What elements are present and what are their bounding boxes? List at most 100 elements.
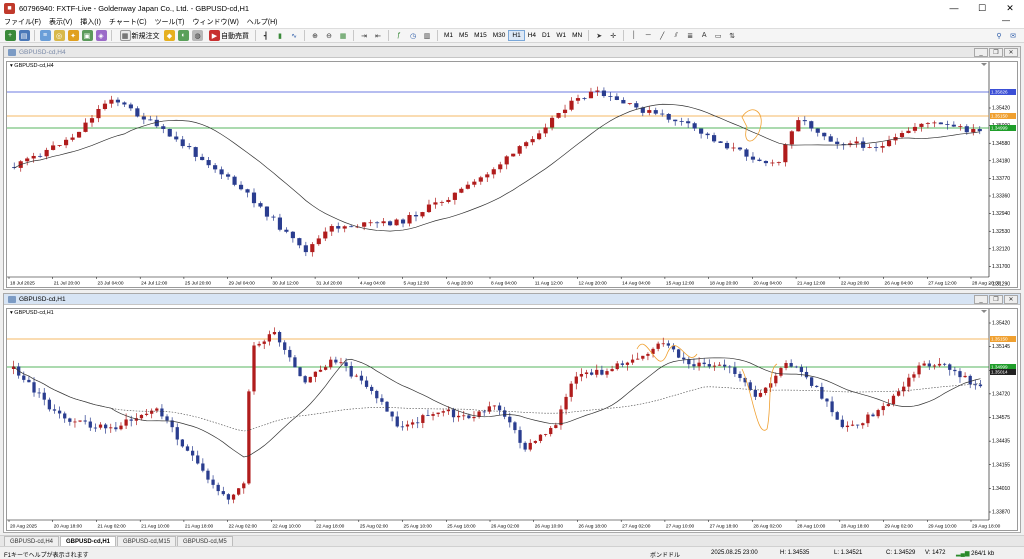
menu-minimize-icon[interactable]: — (1002, 16, 1010, 25)
menu-view[interactable]: 表示(V) (45, 17, 76, 27)
timeframe-m1[interactable]: M1 (441, 30, 456, 41)
tab-gbpusd-h1[interactable]: GBPUSD-cd,H1 (60, 536, 117, 546)
zoom-out-icon[interactable]: ⊖ (324, 30, 335, 41)
arrows-tool-icon[interactable]: ⇅ (727, 30, 738, 41)
signals-icon[interactable]: ◍ (192, 30, 203, 41)
timeframe-w1[interactable]: W1 (553, 30, 569, 41)
crosshair-icon[interactable]: ✛ (608, 30, 619, 41)
candle-body (70, 137, 75, 140)
menu-window[interactable]: ウィンドウ(W) (189, 17, 243, 27)
candle-body (794, 366, 798, 368)
menu-tools[interactable]: ツール(T) (151, 17, 189, 27)
menu-insert[interactable]: 挿入(I) (76, 17, 105, 27)
tab-gbpusd-m5[interactable]: GBPUSD-cd,M5 (177, 536, 233, 546)
horizontal-line-icon[interactable]: ─ (643, 30, 654, 41)
metaeditor-icon[interactable]: ◆ (164, 30, 175, 41)
candle-body (180, 139, 185, 147)
line-chart-icon[interactable]: ∿ (289, 30, 300, 41)
auto-trading-button[interactable]: ▶ 自動売買 (208, 30, 249, 41)
candlestick-chart-h1[interactable]: 1.354201.351451.348651.347201.345751.344… (7, 309, 1017, 530)
chart-window-titlebar[interactable]: GBPUSD-cd,H4 _ ❐ ✕ (4, 47, 1020, 58)
indicators-icon[interactable]: ƒ (394, 30, 405, 41)
new-order-button[interactable]: ▦ 新規注文 (118, 30, 160, 41)
chart-close-button[interactable]: ✕ (1004, 48, 1018, 57)
navigator-icon[interactable]: ✦ (67, 30, 79, 41)
tab-gbpusd-h4[interactable]: GBPUSD-cd,H4 (4, 536, 60, 546)
trendline-icon[interactable]: ╱ (657, 30, 668, 41)
data-window-icon[interactable]: ◎ (53, 30, 65, 41)
autoscroll-icon[interactable]: ⇥ (359, 30, 370, 41)
candle-body (290, 231, 295, 239)
candle-body (615, 363, 619, 370)
periods-icon[interactable]: ◷ (408, 30, 419, 41)
candle-body (472, 181, 477, 185)
cursor-icon[interactable]: ➤ (594, 30, 605, 41)
candle-body (390, 411, 394, 417)
search-icon[interactable]: ⚲ (994, 30, 1005, 41)
timeframe-m30[interactable]: M30 (490, 30, 509, 41)
profiles-icon[interactable]: ▤ (18, 30, 30, 41)
bar-chart-icon[interactable]: ┫ (261, 30, 272, 41)
candle-body (375, 222, 380, 224)
close-button[interactable]: ✕ (996, 0, 1024, 16)
status-profile[interactable]: ボンドドル (650, 550, 680, 559)
chat-icon[interactable]: ✉ (1008, 30, 1019, 41)
menu-chart[interactable]: チャート(C) (105, 17, 151, 27)
candle-body (595, 90, 600, 92)
channel-icon[interactable]: ⫽ (671, 30, 682, 41)
timeframe-m5[interactable]: M5 (456, 30, 471, 41)
chart-window-h4[interactable]: GBPUSD-cd,H4 _ ❐ ✕ 1.354201.350001.34580… (3, 46, 1021, 290)
candle-body (676, 349, 681, 358)
candle-body (31, 155, 36, 159)
candlestick-chart-h4[interactable]: 1.354201.350001.345801.341801.337701.333… (7, 62, 1017, 287)
zoom-in-icon[interactable]: ⊕ (310, 30, 321, 41)
chart-minimize-button[interactable]: _ (974, 295, 988, 304)
chart-restore-button[interactable]: ❐ (989, 295, 1003, 304)
market-watch-icon[interactable]: ≡ (39, 30, 51, 41)
candle-body (917, 365, 921, 375)
scripts-icon[interactable]: ◐ (178, 30, 189, 41)
time-tick-label: 29 Aug 10:00 (928, 524, 957, 530)
maximize-button[interactable]: ☐ (968, 0, 996, 16)
chart-window-titlebar[interactable]: GBPUSD-cd,H1 _ ❐ ✕ (4, 294, 1020, 305)
candle-body (971, 129, 976, 133)
candle-body (530, 139, 535, 143)
candle-body (556, 113, 561, 118)
new-chart-icon[interactable]: + (4, 30, 16, 41)
tab-gbpusd-m15[interactable]: GBPUSD-cd,M15 (117, 536, 177, 546)
chart-restore-button[interactable]: ❐ (989, 48, 1003, 57)
label-tool-icon[interactable]: ▭ (713, 30, 724, 41)
minimize-button[interactable]: — (940, 0, 968, 16)
terminal-icon[interactable]: ▣ (81, 30, 93, 41)
chart-close-button[interactable]: ✕ (1004, 295, 1018, 304)
templates-icon[interactable]: ▥ (422, 30, 433, 41)
chart-window-h1[interactable]: GBPUSD-cd,H1 _ ❐ ✕ 1.354201.351451.34865… (3, 293, 1021, 533)
text-tool-icon[interactable]: A (699, 30, 710, 41)
candlestick-icon[interactable]: ▮ (275, 30, 286, 41)
price-chart-h1[interactable]: 1.354201.351451.348651.347201.345751.344… (6, 308, 1018, 531)
candle-body (364, 380, 369, 387)
chart-shift-icon[interactable]: ⇤ (373, 30, 384, 41)
fibonacci-icon[interactable]: ≣ (685, 30, 696, 41)
timeframe-mn[interactable]: MN (569, 30, 585, 41)
chart-minimize-button[interactable]: _ (974, 48, 988, 57)
candle-body (339, 362, 343, 364)
time-tick-label: 27 Aug 02:00 (622, 524, 651, 530)
timeframe-h1[interactable]: H1 (508, 30, 525, 41)
timeframe-h4[interactable]: H4 (525, 30, 539, 41)
menu-file[interactable]: ファイル(F) (0, 17, 45, 27)
price-chart-h4[interactable]: 1.354201.350001.345801.341801.337701.333… (6, 61, 1018, 288)
candle-body (344, 362, 348, 367)
candle-body (277, 332, 282, 343)
candle-body (504, 156, 509, 165)
candle-body (682, 357, 686, 360)
timeframe-m15[interactable]: M15 (471, 30, 490, 41)
price-tag-label: 1.35014 (991, 370, 1008, 375)
vertical-line-icon[interactable]: │ (629, 30, 640, 41)
candle-body (288, 349, 292, 358)
candle-body (964, 126, 969, 133)
strategy-tester-icon[interactable]: ◈ (95, 30, 107, 41)
timeframe-d1[interactable]: D1 (539, 30, 553, 41)
tile-windows-icon[interactable]: ▦ (338, 30, 349, 41)
menu-help[interactable]: ヘルプ(H) (243, 17, 282, 27)
